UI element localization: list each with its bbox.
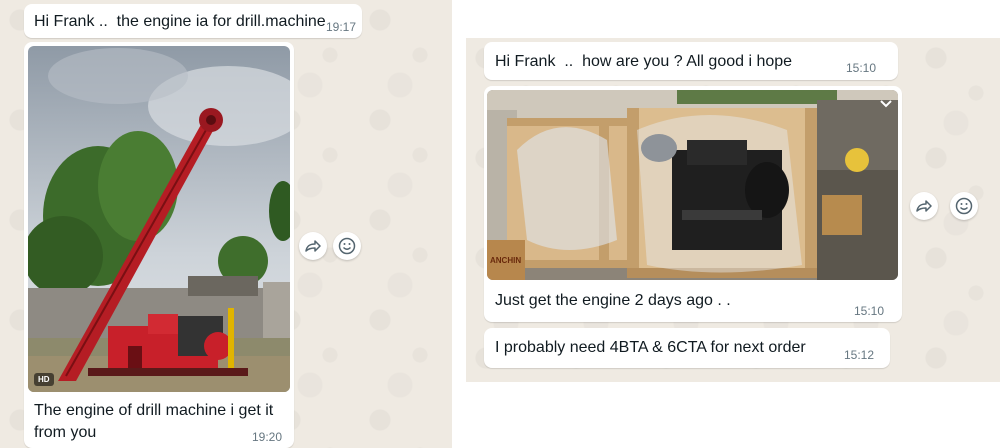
left-chat-panel: Hi Frank .. the engine ia for drill.mach… <box>0 0 452 448</box>
message-time: 15:12 <box>844 348 875 362</box>
chevron-down-icon[interactable] <box>878 96 894 112</box>
right-chat-panel: Hi Frank .. how are you ? All good i hop… <box>466 38 1000 382</box>
react-button[interactable] <box>333 232 361 260</box>
image-message-bubble[interactable]: HD The engine of drill machine i get it … <box>24 42 294 448</box>
engine-crate-image: ANCHIN <box>487 90 898 280</box>
message-bubble[interactable]: I probably need 4BTA & 6CTA for next ord… <box>484 328 890 368</box>
emoji-reaction-icon <box>338 237 356 255</box>
react-button[interactable] <box>950 192 978 220</box>
crate-label: ANCHIN <box>490 256 521 265</box>
message-bubble[interactable]: Hi Frank .. how are you ? All good i hop… <box>484 42 898 80</box>
message-time: 15:10 <box>854 304 885 318</box>
message-time: 15:10 <box>846 61 877 75</box>
forward-button[interactable] <box>299 232 327 260</box>
image-message-bubble[interactable]: ANCHIN Just get the engine 2 days ago . … <box>484 86 902 322</box>
forward-icon <box>305 240 321 252</box>
message-bubble[interactable]: Hi Frank .. the engine ia for drill.mach… <box>24 4 362 38</box>
message-text: Hi Frank .. how are you ? All good i hop… <box>495 53 793 70</box>
hd-badge: HD <box>34 373 54 386</box>
drill-machine-image <box>28 46 290 392</box>
forward-button[interactable] <box>910 192 938 220</box>
message-text: Hi Frank .. the engine ia for drill.mach… <box>34 13 326 30</box>
image-caption: Just get the engine 2 days ago . . <box>495 292 731 309</box>
emoji-reaction-icon <box>955 197 973 215</box>
image-caption: The engine of drill machine i get it fro… <box>34 402 274 441</box>
message-time: 19:20 <box>252 430 283 444</box>
forward-icon <box>916 200 932 212</box>
message-time: 19:17 <box>326 20 357 34</box>
message-text: I probably need 4BTA & 6CTA for next ord… <box>495 339 806 356</box>
engine-photo[interactable]: ANCHIN <box>487 90 898 280</box>
drill-machine-photo[interactable]: HD <box>28 46 290 392</box>
